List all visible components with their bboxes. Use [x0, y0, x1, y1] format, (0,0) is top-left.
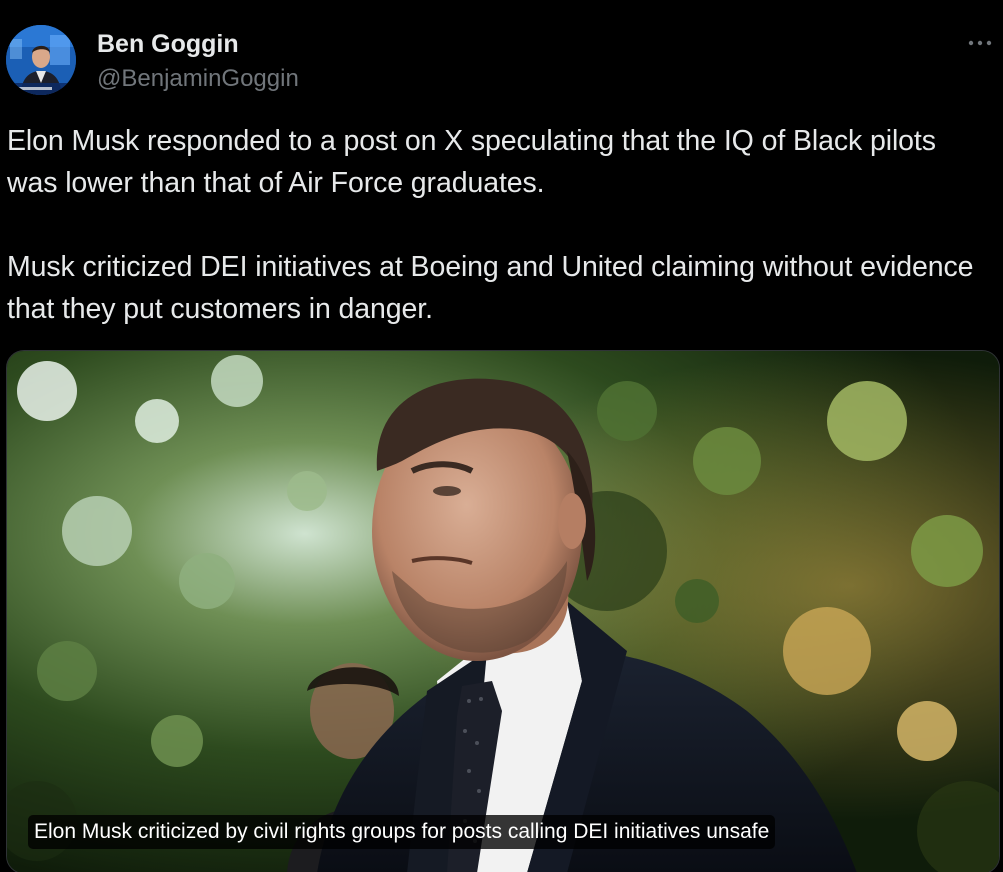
tweet-text-paragraph: Musk criticized DEI initiatives at Boein… [7, 251, 974, 325]
more-options-button[interactable] [965, 28, 995, 58]
author-handle[interactable]: @BenjaminGoggin [97, 64, 299, 94]
more-horizontal-icon [968, 40, 992, 46]
tweet: Ben Goggin @BenjaminGoggin Elon Musk res… [0, 0, 1003, 872]
tweet-text-paragraph: Elon Musk responded to a post on X specu… [7, 125, 936, 199]
author-name[interactable]: Ben Goggin [97, 29, 239, 59]
tweet-media-image[interactable] [6, 350, 1000, 872]
media-caption: Elon Musk criticized by civil rights gro… [28, 815, 776, 849]
author-avatar[interactable] [6, 25, 76, 95]
photo-illustration [7, 351, 999, 872]
tweet-text: Elon Musk responded to a post on X specu… [7, 120, 992, 330]
